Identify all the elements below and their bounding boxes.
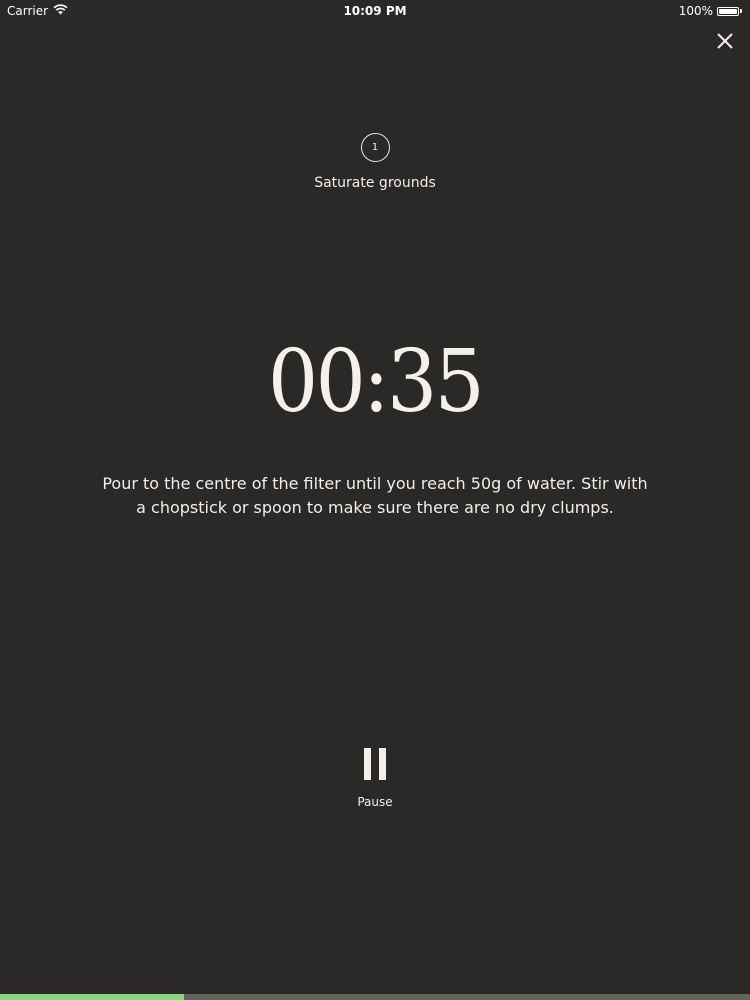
step-title: Saturate grounds [314,175,436,191]
pause-bar-right [379,748,386,780]
countdown-timer: 00:35 [267,332,485,432]
status-right: 100% [679,4,742,18]
status-bar: Carrier 10:09 PM 100% [0,0,750,22]
step-indicator: 1 Saturate grounds [0,133,750,191]
brew-progress-fill [0,994,184,1000]
step-number-badge: 1 [360,133,390,162]
step-instructions: Pour to the centre of the filter until y… [102,474,648,517]
battery-tip [740,9,742,13]
status-time: 10:09 PM [343,4,407,18]
battery-percent: 100% [678,4,713,18]
close-button[interactable] [712,28,738,54]
battery-icon [717,6,739,16]
step-number: 1 [371,142,379,153]
battery-fill [719,8,737,14]
pause-icon [364,748,386,780]
pause-button[interactable]: Pause [325,748,425,809]
close-icon [712,33,738,58]
brew-progress-bar [0,994,750,1000]
brew-timer-screen: Carrier 10:09 PM 100% 1 Saturate grounds… [0,0,750,1000]
pause-label: Pause [357,795,393,809]
pause-bar-left [364,748,371,780]
